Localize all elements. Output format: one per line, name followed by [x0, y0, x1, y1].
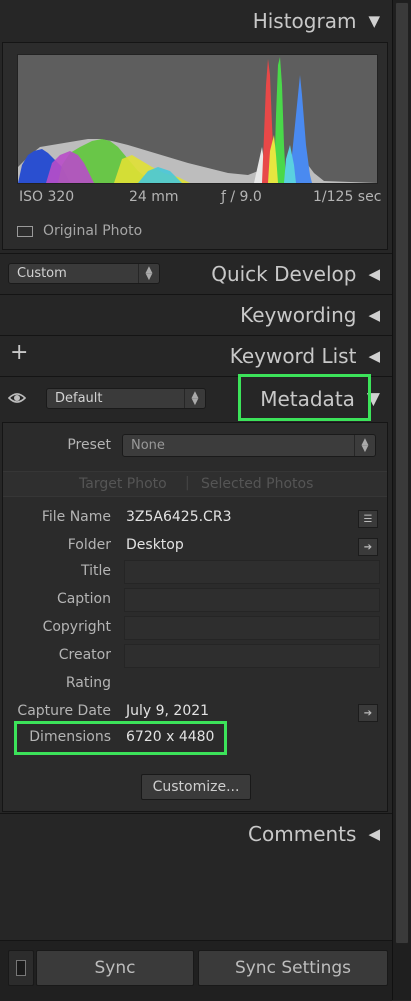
folder-label: Folder	[67, 537, 111, 553]
go-to-folder-icon[interactable]: ➔	[358, 538, 378, 556]
histogram-panel: ISO 320 24 mm ƒ / 9.0 1/125 sec Original…	[2, 42, 388, 250]
target-photo-option[interactable]: Target Photo	[79, 476, 167, 492]
panel-scrollbar[interactable]	[392, 0, 411, 1000]
target-mode-toggle[interactable]: Target Photo | Selected Photos	[3, 471, 387, 497]
capture-date-value: July 9, 2021	[126, 703, 210, 719]
triangle-left-icon[interactable]: ◀	[368, 306, 380, 324]
quick-develop-preset-select[interactable]: Custom ▲ ▼	[8, 263, 160, 284]
stepper-icon: ▲ ▼	[138, 264, 159, 283]
file-name-value[interactable]: 3Z5A6425.CR3	[126, 509, 231, 525]
rating-control[interactable]	[124, 672, 274, 694]
file-name-label: File Name	[41, 509, 111, 525]
title-label: Title	[80, 563, 111, 579]
triangle-down-icon[interactable]: ▼	[368, 12, 380, 30]
metadata-view-value: Default	[55, 391, 103, 406]
iso-value: ISO 320	[19, 189, 75, 205]
quick-develop-title: Quick Develop	[211, 261, 357, 286]
original-photo-label: Original Photo	[43, 223, 143, 239]
histogram-header[interactable]: Histogram ▼	[0, 0, 392, 42]
rating-label: Rating	[65, 675, 111, 691]
original-photo-toggle[interactable]: Original Photo	[17, 223, 142, 239]
histogram-title: Histogram	[252, 9, 357, 33]
scrollbar-thumb[interactable]	[395, 2, 409, 944]
keywording-title: Keywording	[240, 302, 357, 327]
histogram-graph[interactable]	[17, 54, 378, 184]
switch-icon	[16, 960, 26, 976]
caption-field[interactable]	[124, 588, 380, 612]
triangle-left-icon[interactable]: ◀	[368, 265, 380, 283]
creator-field[interactable]	[124, 644, 380, 668]
title-field[interactable]	[124, 560, 380, 584]
shutter-speed-value: 1/125 sec	[313, 189, 382, 205]
focal-length-value: 24 mm	[129, 189, 179, 205]
metadata-view-select[interactable]: Default ▲ ▼	[46, 388, 206, 409]
capture-date-label: Capture Date	[17, 703, 111, 719]
customize-button[interactable]: Customize...	[141, 774, 251, 800]
keyword-list-header[interactable]: Keyword List ◀	[0, 335, 392, 375]
aperture-value: ƒ / 9.0	[221, 189, 262, 205]
edit-capture-time-icon[interactable]: ➔	[358, 704, 378, 722]
caption-label: Caption	[56, 591, 111, 607]
copyright-label: Copyright	[42, 619, 111, 635]
triangle-left-icon[interactable]: ◀	[368, 347, 380, 365]
keywording-header[interactable]: Keywording ◀	[0, 294, 392, 334]
keyword-list-title: Keyword List	[229, 343, 357, 368]
auto-sync-switch[interactable]	[8, 950, 34, 986]
selected-photos-option[interactable]: Selected Photos	[201, 476, 313, 492]
quick-develop-preset-value: Custom	[17, 266, 67, 281]
divider: |	[185, 475, 190, 491]
stepper-icon: ▲ ▼	[184, 389, 205, 408]
comments-title: Comments	[248, 821, 357, 846]
creator-label: Creator	[58, 647, 111, 663]
original-photo-checkbox[interactable]	[17, 225, 33, 237]
sync-settings-button[interactable]: Sync Settings	[198, 950, 388, 986]
preset-label: Preset	[67, 437, 111, 453]
add-keyword-button[interactable]: +	[10, 340, 28, 365]
metadata-preset-select[interactable]: None ▲ ▼	[122, 434, 376, 457]
triangle-left-icon[interactable]: ◀	[368, 825, 380, 843]
stepper-icon: ▲ ▼	[354, 435, 375, 456]
sync-button[interactable]: Sync	[36, 950, 194, 986]
eye-icon[interactable]	[7, 389, 27, 407]
copyright-field[interactable]	[124, 616, 380, 640]
folder-value: Desktop	[126, 537, 184, 553]
comments-header[interactable]: Comments ◀	[0, 813, 392, 853]
list-icon[interactable]: ☰	[358, 510, 378, 528]
dimensions-highlight-box	[14, 721, 227, 755]
metadata-highlight-box	[238, 374, 371, 421]
metadata-preset-value: None	[131, 438, 165, 453]
